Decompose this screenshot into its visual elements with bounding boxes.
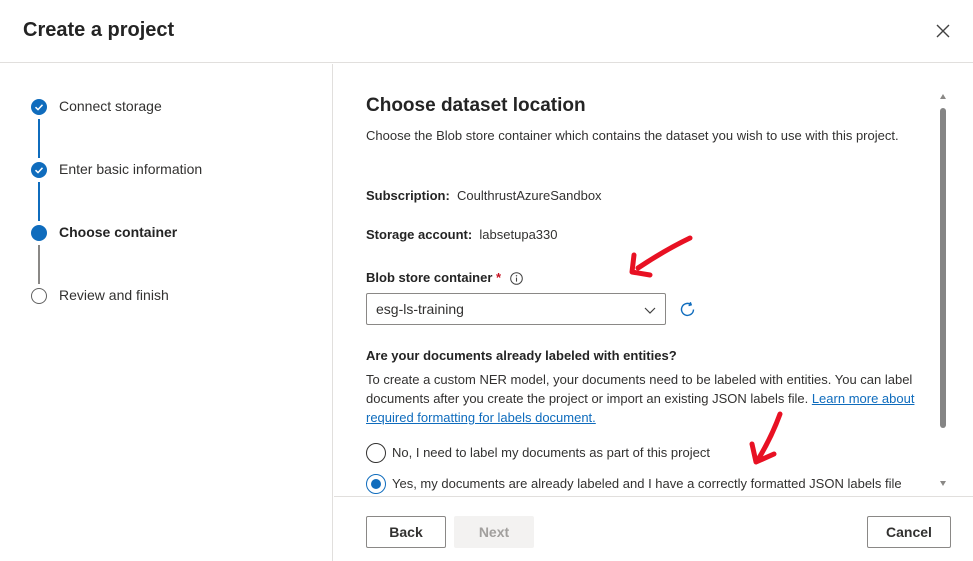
checkmark-icon: [31, 162, 47, 178]
scroll-down-arrow-icon[interactable]: [940, 481, 946, 486]
dropdown-selected-value: esg-ls-training: [376, 301, 464, 317]
content-scrollbar[interactable]: [937, 92, 949, 492]
storage-account-label: Storage account:: [366, 227, 473, 242]
subscription-value: CoulthrustAzureSandbox: [457, 188, 602, 203]
radio-circle-selected[interactable]: [366, 474, 386, 494]
cancel-button[interactable]: Cancel: [867, 516, 951, 548]
next-button[interactable]: Next: [454, 516, 534, 548]
info-icon[interactable]: [510, 272, 523, 285]
scroll-up-arrow-icon[interactable]: [940, 94, 946, 99]
step-connector: [38, 182, 40, 221]
current-step-dot-icon: [31, 225, 47, 241]
blob-container-label: Blob store container: [366, 270, 493, 285]
radio-label: No, I need to label my documents as part…: [392, 445, 710, 460]
subscription-field: Subscription: CoulthrustAzureSandbox: [366, 188, 602, 203]
step-connector: [38, 245, 40, 284]
section-heading: Choose dataset location: [366, 95, 586, 116]
scrollbar-thumb[interactable]: [940, 108, 946, 428]
step-label: Review and finish: [59, 287, 169, 303]
section-description: Choose the Blob store container which co…: [366, 128, 899, 143]
refresh-icon[interactable]: [678, 300, 698, 320]
step-label: Choose container: [59, 224, 178, 240]
step-label: Connect storage: [59, 98, 162, 114]
required-mark: *: [496, 270, 502, 285]
step-connector: [38, 119, 40, 158]
annotation-arrow-icon: [749, 411, 783, 465]
radio-circle[interactable]: [366, 443, 386, 463]
blob-container-dropdown[interactable]: esg-ls-training: [366, 293, 666, 325]
close-icon[interactable]: [932, 20, 954, 42]
content-panel: Choose dataset location Choose the Blob …: [334, 64, 973, 496]
storage-account-field: Storage account: labsetupa330: [366, 227, 558, 242]
radio-label: Yes, my documents are already labeled an…: [392, 476, 902, 491]
pending-step-circle-icon: [31, 288, 47, 304]
chevron-down-icon: [644, 307, 656, 314]
labeled-question: Are your documents already labeled with …: [366, 348, 677, 363]
storage-account-value: labsetupa330: [479, 227, 558, 242]
labeled-explanation: To create a custom NER model, your docum…: [366, 370, 918, 427]
blob-container-label-row: Blob store container *: [366, 270, 501, 285]
step-label: Enter basic information: [59, 161, 203, 177]
dialog-header: Create a project: [0, 0, 973, 63]
back-button[interactable]: Back: [366, 516, 446, 548]
annotation-arrow-icon: [629, 235, 693, 278]
dialog-title: Create a project: [23, 19, 175, 41]
dialog-footer: Back Next Cancel: [334, 496, 973, 561]
stepper-sidebar: Connect storage Enter basic information …: [0, 64, 333, 561]
subscription-label: Subscription:: [366, 188, 450, 203]
checkmark-icon: [31, 99, 47, 115]
